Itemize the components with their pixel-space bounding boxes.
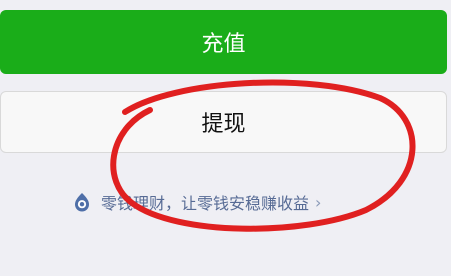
recharge-button-label: 充值 [201,32,246,57]
lingqiantong-icon [71,191,93,213]
withdraw-button[interactable]: 提现 [0,91,447,153]
recharge-button[interactable]: 充值 [0,10,447,74]
withdraw-button-label: 提现 [201,112,246,137]
chevron-right-icon: › [315,192,322,212]
wealth-management-text: 零钱理财，让零钱安稳赚收益 [101,194,310,213]
wealth-management-link[interactable]: 零钱理财，让零钱安稳赚收益 › [71,188,321,216]
